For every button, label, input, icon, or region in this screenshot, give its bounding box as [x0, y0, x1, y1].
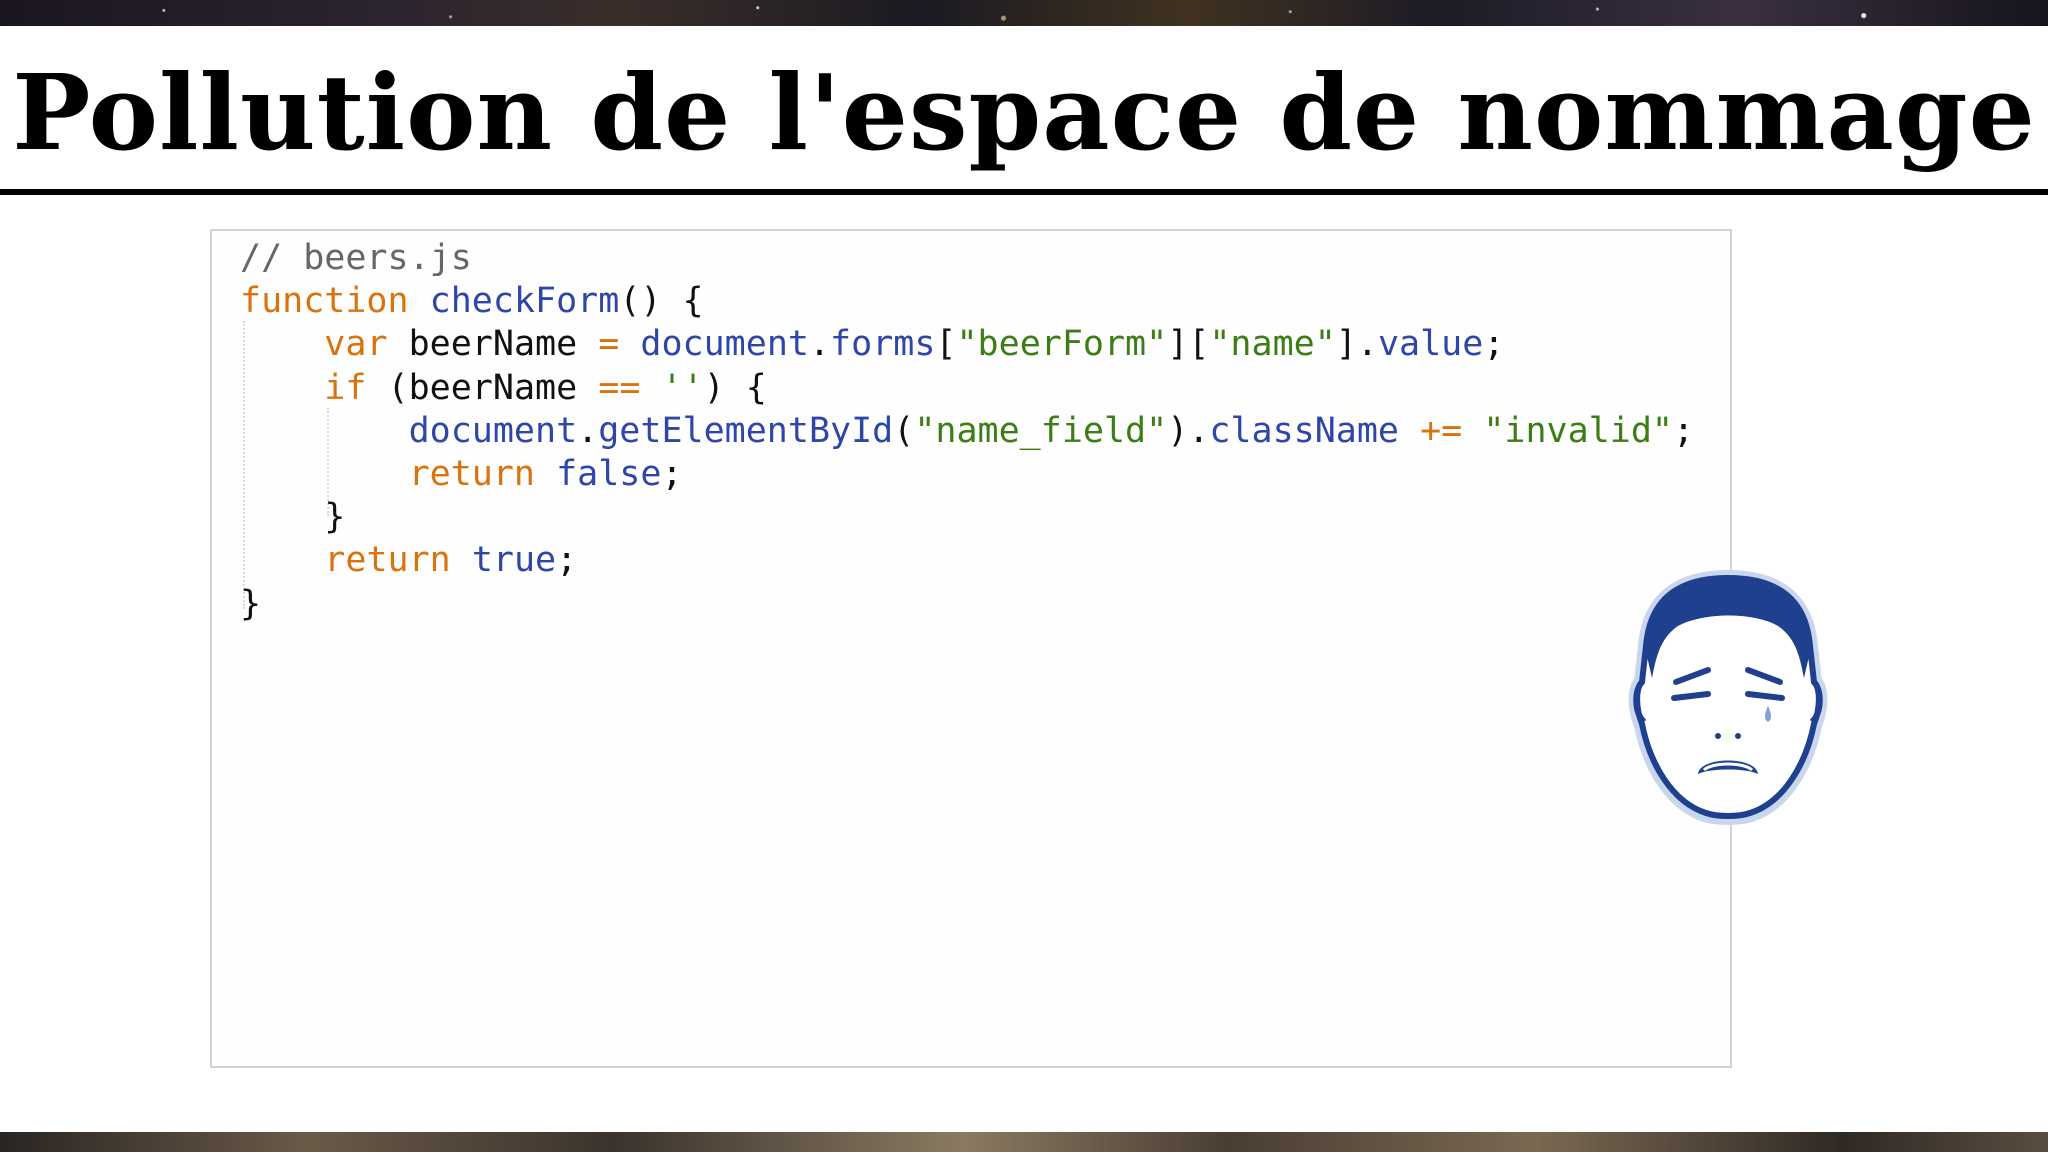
code-token-plain: }: [240, 497, 345, 537]
code-token-op: ==: [598, 368, 640, 408]
code-token-plain: (beerName: [366, 368, 598, 408]
code-line: function checkForm() {: [240, 280, 1694, 323]
code-token-str: "invalid": [1483, 411, 1673, 451]
code-line: if (beerName == '') {: [240, 367, 1694, 410]
code-token-prop: value: [1378, 324, 1483, 364]
code-token-plain: [640, 368, 661, 408]
space-banner-bottom: [0, 1132, 2048, 1152]
space-banner-top: [0, 0, 2048, 26]
code-token-kw: var: [324, 324, 387, 364]
code-token-plain: ][: [1167, 324, 1209, 364]
code-line: return true;: [240, 539, 1694, 582]
code-token-fn: false: [556, 454, 661, 494]
code-token-plain: .: [577, 411, 598, 451]
code-token-fn: getElementById: [598, 411, 893, 451]
code-line: }: [240, 583, 1694, 626]
code-token-str: '': [661, 368, 703, 408]
code-screenshot-panel: // beers.jsfunction checkForm() { var be…: [210, 229, 1732, 1068]
code-token-plain: [1462, 411, 1483, 451]
code-token-kw: return: [324, 540, 450, 580]
slide: Pollution de l'espace de nommage // beer…: [0, 0, 2048, 1152]
code-token-plain: .: [809, 324, 830, 364]
code-token-plain: [240, 411, 409, 451]
code-block: // beers.jsfunction checkForm() { var be…: [240, 237, 1694, 626]
code-token-plain: ;: [1483, 324, 1504, 364]
code-line: // beers.js: [240, 237, 1694, 280]
code-token-prop: document: [409, 411, 578, 451]
code-line: var beerName = document.forms["beerForm"…: [240, 323, 1694, 366]
code-line: return false;: [240, 453, 1694, 496]
title-underline: [0, 189, 2048, 195]
code-token-comment: // beers.js: [240, 238, 472, 278]
code-token-plain: ;: [1673, 411, 1694, 451]
code-token-plain: [1399, 411, 1420, 451]
code-token-plain: () {: [619, 281, 703, 321]
code-token-plain: ].: [1336, 324, 1378, 364]
code-token-plain: [619, 324, 640, 364]
code-token-kw: if: [324, 368, 366, 408]
code-token-fn: true: [472, 540, 556, 580]
code-token-plain: [409, 281, 430, 321]
code-token-str: "name_field": [914, 411, 1167, 451]
code-token-fn: checkForm: [430, 281, 620, 321]
code-token-plain: [240, 454, 409, 494]
code-token-plain: [240, 368, 324, 408]
code-token-plain: (: [893, 411, 914, 451]
code-token-plain: ).: [1167, 411, 1209, 451]
code-token-plain: ;: [556, 540, 577, 580]
code-token-op: +=: [1420, 411, 1462, 451]
code-token-plain: [451, 540, 472, 580]
crying-face-icon: [1628, 566, 1828, 826]
code-line: }: [240, 496, 1694, 539]
code-token-plain: [: [935, 324, 956, 364]
code-token-plain: [240, 324, 324, 364]
code-token-prop: document: [640, 324, 809, 364]
code-line: document.getElementById("name_field").cl…: [240, 410, 1694, 453]
code-token-plain: ) {: [704, 368, 767, 408]
code-token-op: =: [598, 324, 619, 364]
code-token-str: "beerForm": [956, 324, 1167, 364]
code-token-plain: [240, 540, 324, 580]
code-token-plain: ;: [661, 454, 682, 494]
code-token-plain: }: [240, 584, 261, 624]
code-token-plain: [535, 454, 556, 494]
code-token-prop: forms: [830, 324, 935, 364]
code-token-kw: function: [240, 281, 409, 321]
code-token-prop: className: [1209, 411, 1399, 451]
slide-title: Pollution de l'espace de nommage: [0, 48, 2048, 178]
code-token-kw: return: [409, 454, 535, 494]
code-token-str: "name": [1209, 324, 1335, 364]
code-token-plain: beerName: [388, 324, 599, 364]
